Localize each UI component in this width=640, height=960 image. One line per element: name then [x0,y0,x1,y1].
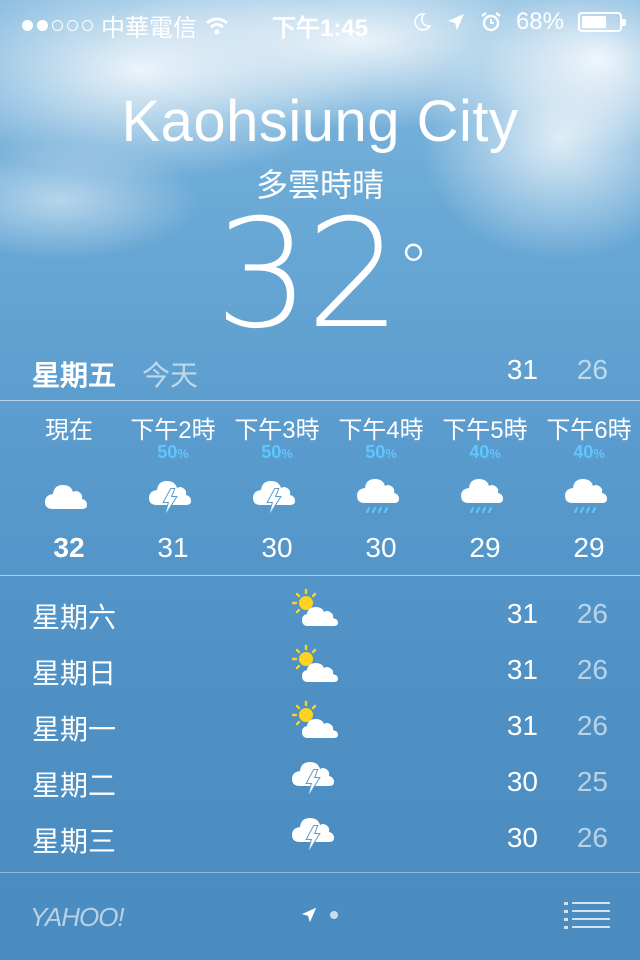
city-name: Kaohsiung City [121,89,519,154]
partly-sunny-icon [291,700,338,738]
day-low: 26 [576,598,608,629]
partly-sunny-icon [291,588,338,626]
partly-sunny-icon [291,644,338,682]
daily-row: 星期二 30 25 [0,756,640,812]
current-temperature-value: 32 [214,188,402,362]
current-temperature: 32° [0,200,640,350]
location-arrow-icon [447,14,464,30]
hourly-item: 下午5時 40% 29 [430,410,540,564]
hour-weather-icon [534,464,640,528]
hour-label: 現在 [45,417,93,444]
precipitation-chance: 40% [573,442,605,462]
bottom-toolbar: YAHOO! [0,872,640,960]
hourly-item: 下午3時 50% 30 [222,410,332,564]
day-high: 30 [506,766,538,797]
thunderstorm-icon [292,818,334,851]
thunderstorm-icon [149,481,191,514]
degree-symbol: ° [397,232,429,306]
battery-icon [578,12,626,32]
day-low: 26 [576,822,608,853]
hour-weather-icon [118,464,228,528]
day-name: 星期二 [32,770,117,801]
today-low: 26 [576,354,608,385]
hourly-item: 下午4時 50% 30 [326,410,436,564]
today-day: 星期五 [32,360,117,391]
precipitation-chance: 50% [365,442,397,462]
hour-weather-icon [430,464,540,528]
hour-temperature: 30 [365,532,397,563]
rain-icon [565,479,607,513]
rain-icon [357,479,399,513]
yahoo-logo[interactable]: YAHOO! [30,902,125,933]
day-weather-icon [292,812,342,860]
hour-temperature: 29 [469,532,501,563]
hourly-item: 現在 32 [14,410,124,564]
day-name: 星期六 [32,602,117,633]
day-high: 31 [506,654,538,685]
today-summary: 星期五 今天 31 26 [0,350,640,398]
page-dot-icon [330,911,338,919]
day-high: 31 [506,710,538,741]
thunderstorm-icon [253,481,295,514]
hour-label: 下午5時 [442,417,528,444]
alarm-icon [481,12,501,32]
status-bar: 中華電信 下午1:45 68% [0,0,640,42]
day-weather-icon [291,700,342,748]
page-indicator[interactable] [300,906,338,924]
precipitation-chance: 40% [469,442,501,462]
daily-row: 星期一 31 26 [0,700,640,756]
hourly-item: 下午2時 50% 31 [118,410,228,564]
hour-weather-icon [14,464,124,528]
day-high: 30 [506,822,538,853]
divider [0,400,640,401]
hour-weather-icon [326,464,436,528]
hour-temperature: 31 [157,532,189,563]
hour-temperature: 32 [53,532,85,563]
hour-label: 下午6時 [546,417,632,444]
divider [0,575,640,576]
hour-weather-icon [222,464,332,528]
day-low: 26 [576,710,608,741]
day-low: 25 [576,766,608,797]
location-arrow-icon [301,907,317,923]
day-weather-icon [291,644,342,692]
cloud-icon [45,485,87,509]
precipitation-chance: 50% [261,442,293,462]
moon-icon [414,13,432,31]
day-high: 31 [506,598,538,629]
hour-temperature: 29 [573,532,605,563]
rain-icon [461,479,503,513]
hourly-item: 下午6時 40% 29 [534,410,640,564]
battery-percent: 68% [515,8,564,35]
hourly-forecast[interactable]: 現在 32 下午2時 50% 31 下午3時 50% 30 下午4時 50% 30 下午5時 40% 29… [0,410,640,570]
day-low: 26 [576,654,608,685]
hour-label: 下午3時 [234,417,320,444]
day-name: 星期日 [32,658,117,689]
hour-label: 下午4時 [338,417,424,444]
day-name: 星期一 [32,714,117,745]
hour-temperature: 30 [261,532,293,563]
hour-label: 下午2時 [130,417,216,444]
daily-row: 星期三 30 26 [0,812,640,868]
day-weather-icon [291,588,342,636]
precipitation-chance: 50% [157,442,189,462]
daily-row: 星期六 31 26 [0,588,640,644]
thunderstorm-icon [292,762,334,795]
today-tag: 今天 [142,360,199,391]
list-menu-icon[interactable] [564,900,610,930]
day-name: 星期三 [32,826,117,857]
daily-forecast: 星期六 31 26 星期日 31 26 星期一 31 26 星期二 30 25 星期三 30 26 [0,588,640,868]
day-weather-icon [292,756,342,804]
today-high: 31 [506,354,538,385]
precipitation-chance [14,442,124,464]
daily-row: 星期日 31 26 [0,644,640,700]
